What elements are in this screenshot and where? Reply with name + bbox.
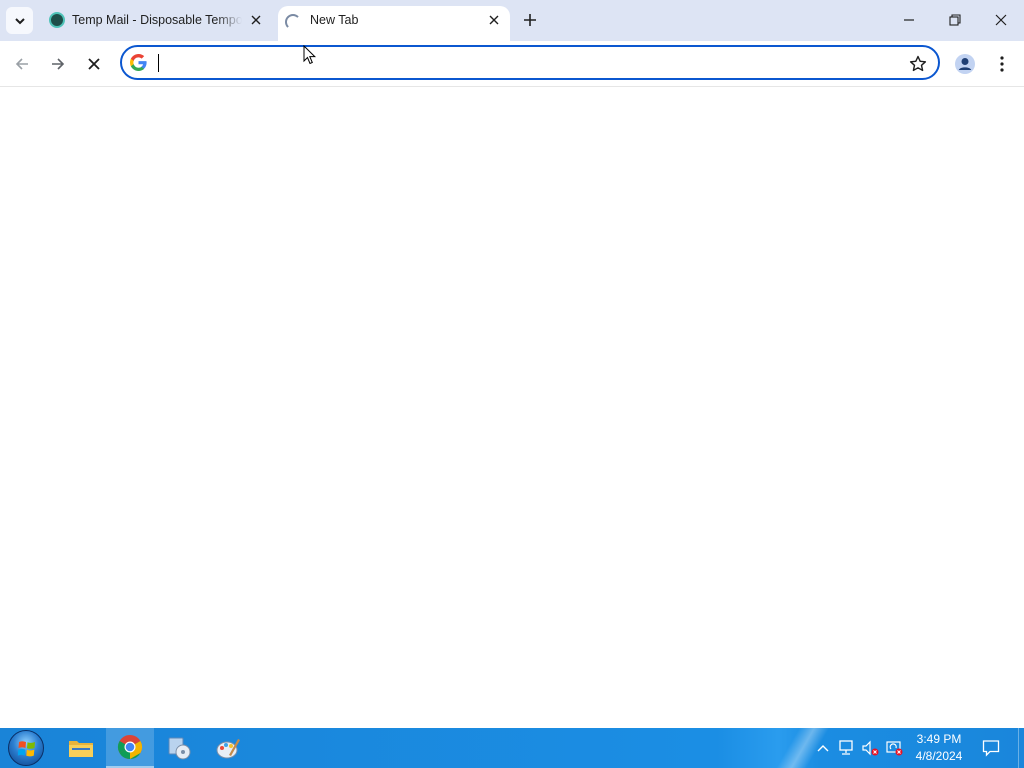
- clock-date: 4/8/2024: [915, 749, 963, 763]
- tray-volume[interactable]: [860, 738, 880, 758]
- tab-close-button[interactable]: [248, 12, 264, 28]
- chevron-down-icon: [14, 17, 25, 24]
- restore-icon: [949, 14, 961, 26]
- chevron-up-icon: [817, 745, 829, 752]
- tray-security[interactable]: [884, 738, 904, 758]
- tab-title: Temp Mail - Disposable Temporary Email: [72, 13, 242, 27]
- forward-button[interactable]: [44, 50, 72, 78]
- clock-time: 3:49 PM: [916, 732, 962, 746]
- tab-search-button[interactable]: [6, 7, 33, 34]
- profile-button[interactable]: [952, 51, 978, 77]
- tab-close-button[interactable]: [486, 12, 502, 28]
- arrow-right-icon: [52, 58, 65, 70]
- bookmark-button[interactable]: [906, 52, 930, 76]
- tray-network[interactable]: [837, 738, 857, 758]
- taskbar: 3:49 PM 4/8/2024: [0, 728, 1024, 768]
- google-g-icon: [130, 54, 147, 71]
- system-clock[interactable]: 3:49 PM 4/8/2024: [908, 731, 970, 765]
- arrow-left-icon: [15, 58, 28, 70]
- star-outline-icon: [909, 55, 927, 72]
- taskbar-google-chrome[interactable]: [106, 728, 154, 768]
- paint-icon: [216, 739, 240, 759]
- show-desktop-button[interactable]: [1018, 728, 1024, 768]
- close-icon: [251, 15, 261, 25]
- new-tab-button[interactable]: [520, 10, 540, 30]
- loading-spinner-icon: [285, 14, 301, 30]
- browser-menu-button[interactable]: [990, 51, 1014, 77]
- tab-title: New Tab: [310, 13, 359, 27]
- chrome-icon: [117, 735, 143, 759]
- back-button[interactable]: [8, 50, 36, 78]
- browser-toolbar: [0, 41, 1024, 87]
- tempmail-favicon-icon: [49, 12, 65, 28]
- installer-icon: [168, 737, 191, 760]
- network-icon: [839, 740, 853, 755]
- window-close-button[interactable]: [978, 0, 1024, 40]
- page-content: [0, 88, 1024, 728]
- windows-start-orb-icon: [8, 730, 44, 766]
- action-center-button[interactable]: [980, 737, 1002, 759]
- start-button[interactable]: [6, 729, 46, 767]
- minimize-button[interactable]: [886, 0, 932, 40]
- close-icon: [995, 14, 1007, 26]
- notification-icon: [982, 740, 1000, 757]
- tray-overflow-button[interactable]: [813, 738, 833, 758]
- address-bar[interactable]: [120, 45, 940, 80]
- kebab-menu-icon: [1000, 56, 1004, 72]
- mouse-cursor-icon: [303, 45, 317, 65]
- minimize-icon: [904, 19, 914, 21]
- close-icon: [88, 58, 100, 70]
- close-icon: [489, 15, 499, 25]
- omnibox-input[interactable]: [156, 51, 896, 73]
- stop-loading-button[interactable]: [80, 50, 108, 78]
- tab-new-tab[interactable]: New Tab: [278, 6, 510, 41]
- taskbar-app-4[interactable]: [204, 728, 252, 768]
- volume-muted-icon: [862, 740, 879, 756]
- tab-temp-mail[interactable]: Temp Mail - Disposable Temporary Email: [40, 0, 274, 41]
- taskbar-app-3[interactable]: [155, 728, 203, 768]
- folder-icon: [69, 741, 93, 757]
- plus-icon: [524, 14, 536, 26]
- restore-button[interactable]: [932, 0, 978, 40]
- taskbar-file-explorer[interactable]: [57, 728, 105, 768]
- security-icon: [886, 741, 903, 756]
- text-caret: [158, 54, 159, 72]
- tab-strip: Temp Mail - Disposable Temporary Email N…: [0, 0, 1024, 41]
- person-icon: [955, 54, 975, 74]
